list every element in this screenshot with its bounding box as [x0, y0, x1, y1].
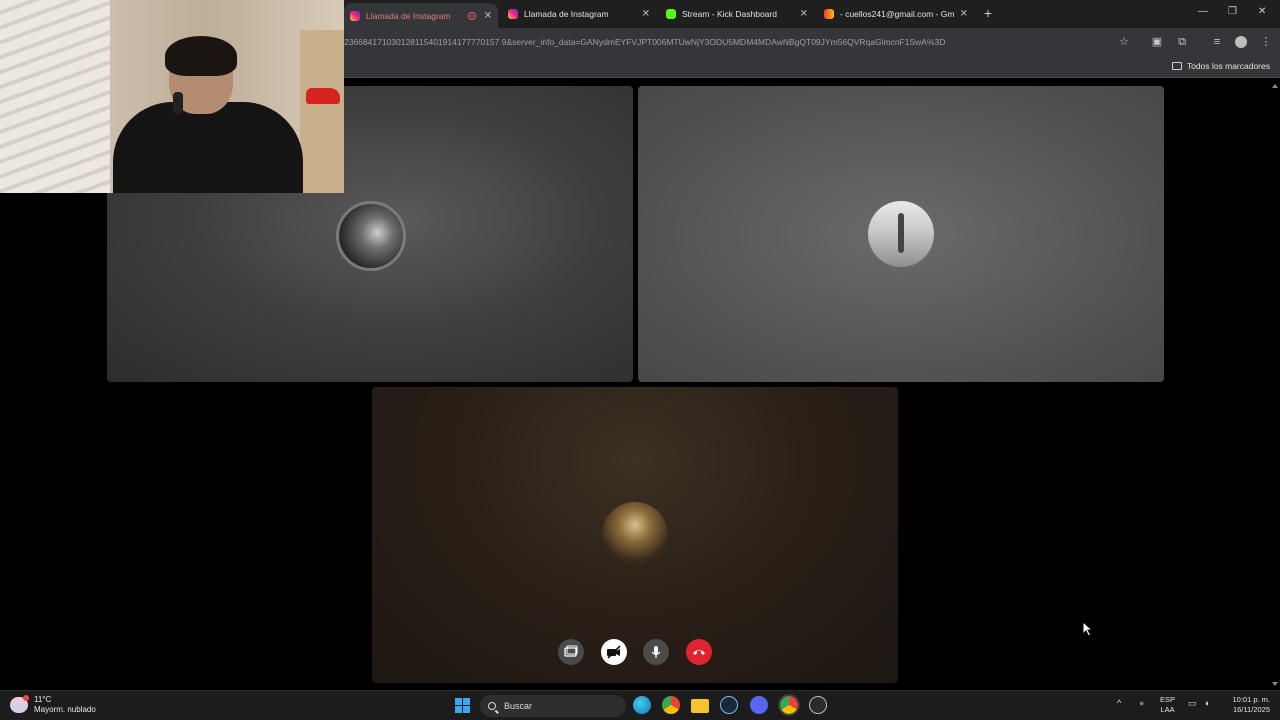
app-recording-icon[interactable]	[809, 696, 827, 714]
language-code: ESP	[1160, 695, 1176, 704]
webcam-overlay	[0, 0, 344, 193]
windows-taskbar: 11°C Mayorm. nublado Buscar ^ ● ESP LAA …	[0, 690, 1280, 720]
network-icon[interactable]: ▭	[1188, 698, 1197, 709]
recording-icon	[468, 11, 476, 20]
folder-icon	[1171, 62, 1182, 70]
clock-date: 16/11/2025	[1233, 705, 1270, 714]
discord-icon[interactable]	[750, 696, 768, 714]
screen: Llamada de Instagram ✕ Llamada de Instag…	[0, 0, 1280, 720]
kick-icon	[666, 9, 676, 19]
headset-icon	[173, 92, 183, 114]
media-control-icon[interactable]: ≡	[1211, 36, 1223, 48]
edge-icon[interactable]	[633, 696, 651, 714]
microphone-icon	[651, 646, 661, 658]
bookmark-star-icon[interactable]: ☆	[1118, 36, 1130, 48]
file-explorer-icon[interactable]	[691, 699, 709, 713]
participant-avatar	[868, 201, 934, 267]
participant-tile-2[interactable]	[638, 86, 1164, 382]
search-placeholder: Buscar	[504, 701, 533, 711]
window-blinds	[0, 0, 110, 193]
start-button[interactable]	[455, 698, 470, 713]
streamer-body	[113, 102, 303, 193]
camera-off-icon	[607, 645, 621, 659]
weather-temperature: 11°C	[34, 695, 52, 704]
page-scrollbar[interactable]	[1270, 80, 1280, 690]
clock-time: 10:01 p. m.	[1232, 695, 1270, 704]
close-tab-icon[interactable]: ✕	[642, 9, 650, 20]
screen-share-button[interactable]	[558, 639, 584, 665]
extensions-icon[interactable]: ⧉	[1176, 36, 1188, 48]
gmail-icon	[824, 9, 834, 19]
tab-label: Stream - Kick Dashboard	[682, 9, 777, 19]
close-tab-icon[interactable]: ✕	[960, 9, 968, 20]
microphone-button[interactable]	[643, 639, 669, 665]
instagram-icon	[508, 9, 518, 19]
tab-label: - cuellos241@gmail.com - Gm	[840, 9, 955, 19]
streamer-hair	[165, 36, 237, 76]
show-hidden-icons[interactable]: ^	[1117, 698, 1121, 708]
steam-icon[interactable]	[720, 696, 738, 714]
volume-icon[interactable]: ◖	[1204, 698, 1209, 708]
streamer	[113, 36, 303, 193]
chrome-icon[interactable]	[662, 696, 680, 714]
tab-instagram-call-2[interactable]: Llamada de Instagram ✕	[502, 4, 656, 24]
scroll-down-icon[interactable]	[1272, 682, 1278, 686]
mouse-cursor-icon	[1082, 621, 1094, 637]
new-tab-button[interactable]: +	[980, 5, 996, 21]
language-indicator[interactable]: ESP LAA	[1160, 695, 1175, 715]
tab-gmail[interactable]: - cuellos241@gmail.com - Gm ✕	[818, 4, 974, 24]
tab-label: Llamada de Instagram	[524, 9, 609, 19]
tab-instagram-call-1[interactable]: Llamada de Instagram ✕	[344, 3, 498, 28]
microphone-tray-icon[interactable]: ●	[1139, 698, 1144, 708]
camera-toggle-button[interactable]	[601, 639, 627, 665]
call-controls	[558, 639, 714, 665]
restore-icon[interactable]: ❐	[1228, 6, 1237, 17]
weather-widget[interactable]: 11°C Mayorm. nublado	[10, 695, 96, 715]
shelf	[300, 30, 344, 193]
toy-car	[306, 88, 340, 104]
chrome-active-icon[interactable]	[778, 694, 800, 716]
profile-avatar-icon[interactable]	[1235, 36, 1247, 48]
reading-mode-icon[interactable]: ▣	[1151, 36, 1163, 48]
instagram-icon	[350, 10, 360, 21]
minimize-icon[interactable]: —	[1198, 6, 1208, 17]
hang-up-icon	[693, 650, 705, 655]
screen-share-icon	[564, 645, 578, 657]
close-window-icon[interactable]: ✕	[1258, 6, 1266, 17]
system-clock[interactable]: 10:01 p. m. 16/11/2025	[1224, 695, 1270, 715]
weather-description: Mayorm. nublado	[34, 705, 96, 714]
url-field[interactable]: 236684171030128115401914177770157 9&serv…	[344, 37, 945, 47]
close-tab-icon[interactable]: ✕	[484, 10, 492, 21]
participant-avatar	[336, 201, 406, 271]
weather-icon	[10, 695, 29, 713]
search-icon	[488, 702, 496, 710]
all-bookmarks-label: Todos los marcadores	[1186, 61, 1270, 71]
participant-avatar	[602, 502, 668, 568]
tab-label: Llamada de Instagram	[366, 10, 451, 21]
tab-kick-dashboard[interactable]: Stream - Kick Dashboard ✕	[660, 4, 814, 24]
menu-kebab-icon[interactable]: ⋮	[1260, 36, 1272, 48]
scroll-up-icon[interactable]	[1272, 84, 1278, 88]
all-bookmarks-button[interactable]: Todos los marcadores	[1171, 61, 1270, 71]
keyboard-layout: LAA	[1160, 705, 1175, 714]
taskbar-search[interactable]: Buscar	[480, 695, 626, 717]
hang-up-button[interactable]	[686, 639, 712, 665]
close-tab-icon[interactable]: ✕	[800, 9, 808, 20]
